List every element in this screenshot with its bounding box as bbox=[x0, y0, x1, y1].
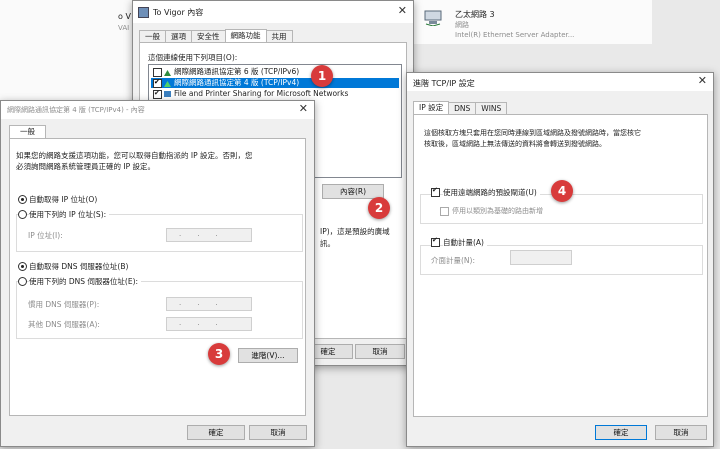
manual-ip-label[interactable]: 使用下列的 IP 位址(S): bbox=[29, 209, 110, 220]
ip-address-label: IP 位址(I): bbox=[28, 231, 63, 240]
close-icon[interactable]: ✕ bbox=[698, 74, 707, 87]
advanced-window-title: 進階 TCP/IP 設定 bbox=[413, 79, 475, 88]
intro-text: 如果您的網路支援這項功能，您可以取得自動指派的 IP 設定。否則，您 bbox=[16, 151, 253, 160]
auto-ip-radio[interactable] bbox=[18, 195, 27, 204]
auto-dns-radio[interactable] bbox=[18, 262, 27, 271]
manual-ip-radio[interactable] bbox=[18, 210, 27, 219]
item-label: 網際網路通訊協定第 6 版 (TCP/IPv6) bbox=[174, 67, 300, 76]
close-icon[interactable]: ✕ bbox=[299, 102, 308, 115]
background-left-panel bbox=[0, 0, 132, 100]
auto-metric-checkbox[interactable] bbox=[431, 236, 440, 247]
use-gateway-label[interactable]: 使用遠端網路的預設閘道(U) bbox=[443, 187, 540, 198]
alternate-dns-field: ... bbox=[166, 317, 252, 331]
adapter-status: 網路 bbox=[455, 21, 469, 29]
ipv4-titlebar: 網際網路通訊協定第 4 版 (TCP/IPv4) - 內容 ✕ bbox=[1, 101, 314, 119]
interface-metric-label: 介面計量(N): bbox=[431, 256, 475, 265]
protocol-icon bbox=[164, 69, 171, 76]
description-fragment: IP)，這是預設的廣域 bbox=[320, 227, 390, 236]
item-checkbox[interactable] bbox=[153, 68, 162, 77]
advanced-tcpip-window: 進階 TCP/IP 設定 ✕ IP 設定 DNS WINS 這個核取方塊只套用在… bbox=[406, 72, 714, 447]
background-fragment: o V bbox=[118, 12, 131, 21]
preferred-dns-label: 慣用 DNS 伺服器(P): bbox=[28, 300, 100, 309]
cancel-button[interactable]: 取消 bbox=[655, 425, 707, 440]
step-badge-4: 4 bbox=[551, 180, 573, 202]
ipv4-window-title: 網際網路通訊協定第 4 版 (TCP/IPv4) - 內容 bbox=[7, 106, 145, 114]
protocol-icon bbox=[164, 80, 171, 87]
list-item[interactable]: 網際網路通訊協定第 6 版 (TCP/IPv6) bbox=[151, 67, 399, 77]
intro-text: 必須詢問網路系統管理員正確的 IP 設定。 bbox=[16, 162, 156, 171]
close-icon[interactable]: ✕ bbox=[398, 4, 407, 17]
item-label: 網際網路通訊協定第 4 版 (TCP/IPv4) bbox=[174, 78, 300, 87]
ok-button[interactable]: 確定 bbox=[187, 425, 245, 440]
alternate-dns-label: 其他 DNS 伺服器(A): bbox=[28, 320, 100, 329]
network-icon bbox=[138, 7, 149, 18]
list-caption: 這個連線使用下列項目(O): bbox=[148, 53, 238, 62]
auto-dns-label[interactable]: 自動取得 DNS 伺服器位址(B) bbox=[29, 261, 128, 272]
preferred-dns-field: ... bbox=[166, 297, 252, 311]
ip-address-field: ... bbox=[166, 228, 252, 242]
network-adapter-icon bbox=[424, 10, 442, 27]
auto-metric-label[interactable]: 自動計量(A) bbox=[443, 237, 487, 248]
ipv4-tab-panel: 如果您的網路支援這項功能，您可以取得自動指派的 IP 設定。否則，您 必須詢問網… bbox=[9, 138, 306, 416]
disable-class-route-checkbox bbox=[440, 207, 449, 216]
list-item-selected[interactable]: 網際網路通訊協定第 4 版 (TCP/IPv4) bbox=[151, 77, 399, 88]
adapter-name[interactable]: 乙太網路 3 bbox=[455, 9, 495, 20]
sharing-icon bbox=[164, 91, 171, 97]
description-fragment: 訊。 bbox=[320, 239, 335, 248]
manual-dns-label[interactable]: 使用下列的 DNS 伺服器位址(E): bbox=[29, 276, 142, 287]
advanced-tab-panel: 這個核取方塊只套用在您同時連線到區域網路及撥號網路時，當您核它 核取後，區域網路… bbox=[413, 114, 708, 417]
step-badge-3: 3 bbox=[208, 343, 230, 365]
interface-metric-field bbox=[510, 250, 572, 265]
vigor-window-title: To Vigor 內容 bbox=[153, 8, 204, 17]
manual-dns-group bbox=[16, 281, 303, 339]
advanced-button[interactable]: 進階(V)... bbox=[238, 348, 298, 363]
step-badge-1: 1 bbox=[311, 65, 333, 87]
item-checkbox[interactable] bbox=[153, 88, 162, 99]
auto-ip-label[interactable]: 自動取得 IP 位址(O) bbox=[29, 194, 97, 205]
description-text: 核取後，區域網路上無法傳送的資料將會轉送到撥號網路。 bbox=[424, 140, 606, 148]
item-checkbox[interactable] bbox=[153, 77, 162, 88]
cancel-button[interactable]: 取消 bbox=[355, 344, 405, 359]
background-fragment: VAI bbox=[118, 24, 130, 32]
list-item[interactable]: File and Printer Sharing for Microsoft N… bbox=[151, 88, 399, 99]
advanced-titlebar: 進階 TCP/IP 設定 ✕ bbox=[407, 73, 713, 91]
cancel-button[interactable]: 取消 bbox=[249, 425, 307, 440]
vigor-titlebar: To Vigor 內容 ✕ bbox=[133, 1, 413, 23]
step-badge-2: 2 bbox=[368, 197, 390, 219]
manual-dns-radio[interactable] bbox=[18, 277, 27, 286]
use-gateway-checkbox[interactable] bbox=[431, 186, 440, 197]
description-text: 這個核取方塊只套用在您同時連線到區域網路及撥號網路時，當您核它 bbox=[424, 129, 641, 137]
ok-button[interactable]: 確定 bbox=[595, 425, 647, 440]
disable-class-route-label: 停用以類別為基礎的路由新增 bbox=[452, 207, 543, 215]
item-label: File and Printer Sharing for Microsoft N… bbox=[174, 89, 349, 98]
adapter-device: Intel(R) Ethernet Server Adapter... bbox=[455, 31, 575, 39]
ipv4-properties-window: 網際網路通訊協定第 4 版 (TCP/IPv4) - 內容 ✕ 一般 如果您的網… bbox=[0, 100, 315, 447]
